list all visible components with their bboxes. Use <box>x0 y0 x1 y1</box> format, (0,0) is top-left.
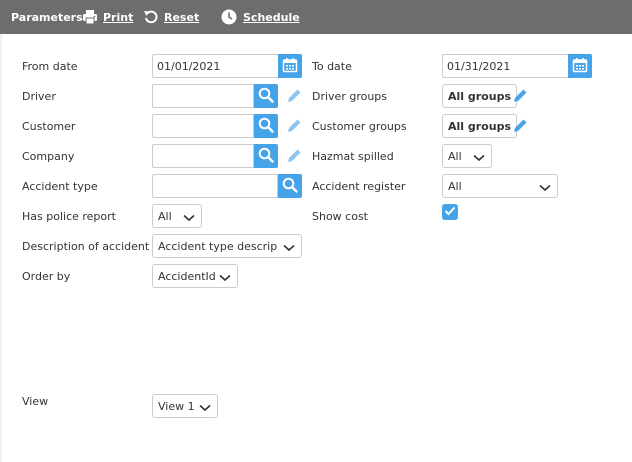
print-label: Print <box>103 10 134 24</box>
print-button[interactable]: Print <box>82 7 133 27</box>
description-of-accident-value: Accident type descriptic <box>158 239 277 253</box>
accident-type-label: Accident type <box>22 180 98 193</box>
reset-icon <box>143 9 159 25</box>
calendar-icon <box>282 57 298 76</box>
search-icon <box>258 87 274 106</box>
reset-label: Reset <box>164 10 200 24</box>
hazmat-spilled-select[interactable]: All <box>442 144 492 168</box>
chevron-down-icon <box>473 152 485 165</box>
driver-groups-label: Driver groups <box>312 90 388 103</box>
accident-register-select[interactable]: All <box>442 174 558 198</box>
has-police-report-label: Has police report <box>22 210 116 223</box>
company-input[interactable] <box>152 144 254 168</box>
search-icon <box>258 117 274 136</box>
show-cost-label: Show cost <box>312 210 368 223</box>
from-date-label: From date <box>22 60 78 73</box>
chevron-down-icon <box>539 182 551 195</box>
customer-groups-edit-pencil-icon[interactable] <box>511 117 529 135</box>
schedule-button[interactable]: Schedule <box>221 7 300 27</box>
from-date-input[interactable]: 01/01/2021 <box>152 54 280 78</box>
to-date-label: To date <box>312 60 352 73</box>
toolbar: Parameters Print Reset Schedule <box>0 0 632 34</box>
chevron-down-icon <box>283 242 295 255</box>
view-label: View <box>22 395 49 408</box>
company-edit-pencil-icon[interactable] <box>285 147 303 165</box>
order-by-label: Order by <box>22 270 71 283</box>
customer-groups-label: Customer groups <box>312 120 407 133</box>
has-police-report-value: All <box>158 209 172 223</box>
driver-search-button[interactable] <box>254 84 278 108</box>
order-by-value: AccidentId <box>158 269 216 283</box>
company-label: Company <box>22 150 75 163</box>
printer-icon <box>82 9 98 25</box>
from-date-calendar-button[interactable] <box>278 54 302 78</box>
driver-input[interactable] <box>152 84 254 108</box>
customer-edit-pencil-icon[interactable] <box>285 117 303 135</box>
to-date-input[interactable]: 01/31/2021 <box>442 54 570 78</box>
customer-groups-chip[interactable]: All groups <box>442 114 517 138</box>
driver-label: Driver <box>22 90 56 103</box>
to-date-calendar-button[interactable] <box>568 54 592 78</box>
schedule-label: Schedule <box>243 10 300 24</box>
hazmat-spilled-value: All <box>448 149 462 163</box>
parameters-panel: From date 01/01/2021 To date 01/31/2021 <box>2 34 632 462</box>
accident-type-search-button[interactable] <box>278 174 302 198</box>
driver-groups-edit-pencil-icon[interactable] <box>511 87 529 105</box>
chevron-down-icon <box>199 402 211 415</box>
toolbar-title: Parameters <box>11 11 83 24</box>
checkmark-icon <box>444 206 456 219</box>
customer-label: Customer <box>22 120 76 133</box>
driver-groups-chip[interactable]: All groups <box>442 84 517 108</box>
show-cost-checkbox[interactable] <box>442 204 458 220</box>
customer-search-button[interactable] <box>254 114 278 138</box>
accident-register-value: All <box>448 179 462 193</box>
search-icon <box>258 147 274 166</box>
search-icon <box>282 177 298 196</box>
hazmat-spilled-label: Hazmat spilled <box>312 150 394 163</box>
chevron-down-icon <box>219 272 231 285</box>
reset-button[interactable]: Reset <box>143 7 199 27</box>
customer-input[interactable] <box>152 114 254 138</box>
order-by-select[interactable]: AccidentId <box>152 264 238 288</box>
chevron-down-icon <box>183 212 195 225</box>
description-of-accident-label: Description of accident <box>22 240 150 253</box>
view-select[interactable]: View 1 <box>152 394 218 418</box>
company-search-button[interactable] <box>254 144 278 168</box>
clock-icon <box>221 9 237 25</box>
accident-register-label: Accident register <box>312 180 406 193</box>
view-value: View 1 <box>158 399 195 413</box>
accident-type-input[interactable] <box>152 174 278 198</box>
calendar-icon <box>572 57 588 76</box>
has-police-report-select[interactable]: All <box>152 204 202 228</box>
description-of-accident-select[interactable]: Accident type descriptic <box>152 234 302 258</box>
driver-edit-pencil-icon[interactable] <box>285 87 303 105</box>
